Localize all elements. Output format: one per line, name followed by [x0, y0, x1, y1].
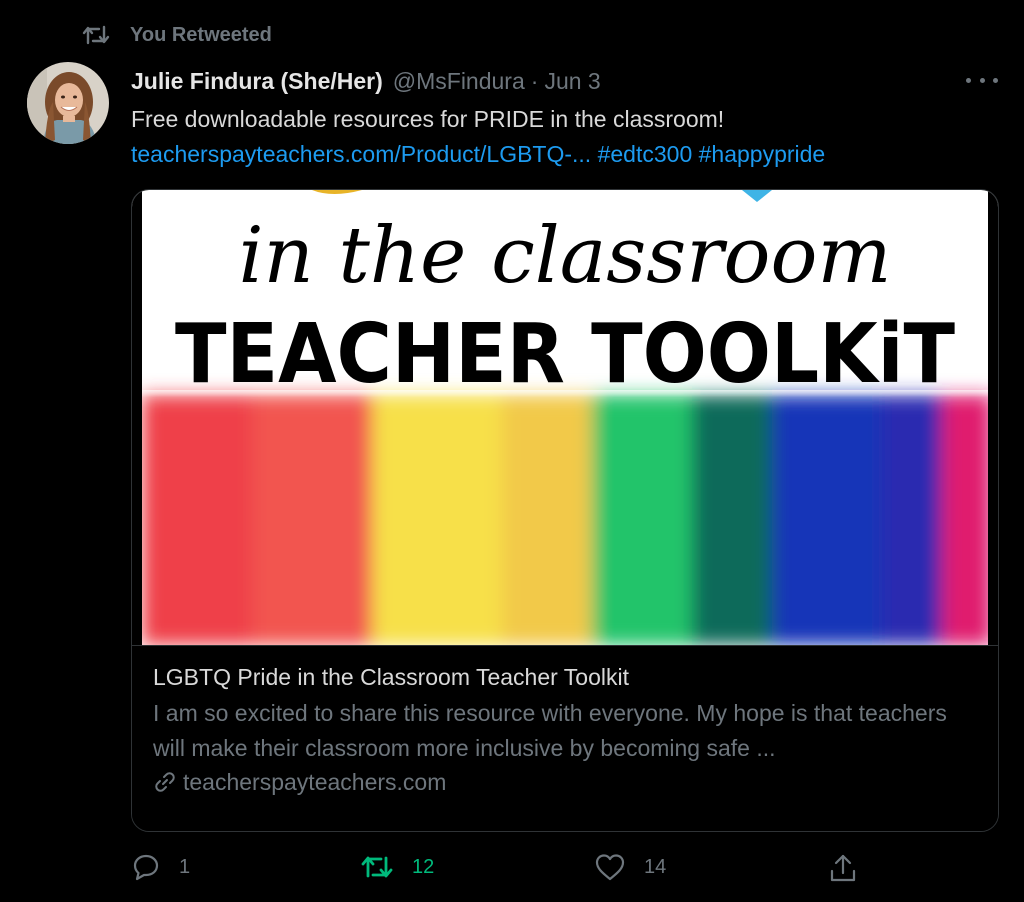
- card-info[interactable]: LGBTQ Pride in the Classroom Teacher Too…: [132, 645, 998, 831]
- reply-button[interactable]: 1: [131, 852, 190, 882]
- link-icon: [155, 772, 175, 792]
- heart-icon: [595, 854, 625, 881]
- header-separator: ·: [530, 67, 539, 94]
- hashtag-link[interactable]: #edtc300: [598, 141, 693, 167]
- card-image[interactable]: in the classroom TEACHER TOOLKiT: [132, 190, 998, 645]
- share-button[interactable]: [828, 852, 858, 884]
- author-handle[interactable]: @MsFindura: [393, 68, 525, 95]
- tweet-links-line: teacherspayteachers.com/Product/LGBTQ-..…: [131, 137, 1001, 172]
- retweet-count: 12: [412, 855, 435, 878]
- share-icon: [830, 854, 856, 882]
- like-count: 14: [644, 855, 667, 878]
- tweet-actions: 1 12 14: [0, 852, 1024, 888]
- card-domain: teacherspayteachers.com: [153, 764, 446, 800]
- link-preview-card[interactable]: in the classroom TEACHER TOOLKiT LGBTQ P…: [131, 189, 999, 832]
- like-button[interactable]: 14: [594, 852, 666, 882]
- retweet-button[interactable]: 12: [360, 852, 434, 882]
- tweet-url-link[interactable]: teacherspayteachers.com/Product/LGBTQ-..…: [131, 141, 591, 167]
- card-image-script-text: in the classroom: [239, 211, 892, 301]
- avatar[interactable]: [27, 62, 109, 144]
- reply-count: 1: [179, 855, 191, 878]
- tweet-body: Free downloadable resources for PRIDE in…: [131, 106, 725, 132]
- retweet-icon: [361, 856, 393, 878]
- card-image-headline: TEACHER TOOLKiT: [175, 307, 955, 402]
- tweet-date[interactable]: Jun 3: [544, 68, 600, 95]
- card-domain-text: teacherspayteachers.com: [183, 768, 447, 795]
- reply-icon: [133, 854, 159, 881]
- retweet-icon: [82, 25, 110, 45]
- more-options-icon[interactable]: [966, 70, 998, 90]
- card-title: LGBTQ Pride in the Classroom Teacher Too…: [153, 664, 629, 690]
- author-display-name[interactable]: Julie Findura (She/Her): [131, 68, 383, 95]
- hashtag-link[interactable]: #happypride: [699, 141, 826, 167]
- tweet-text: Free downloadable resources for PRIDE in…: [131, 102, 1001, 172]
- card-description: I am so excited to share this resource w…: [153, 700, 947, 761]
- tweet-header: Julie Findura (She/Her) @MsFindura · Jun…: [131, 64, 601, 98]
- retweet-context-label[interactable]: You Retweeted: [130, 24, 272, 47]
- retweet-context: You Retweeted: [82, 20, 272, 50]
